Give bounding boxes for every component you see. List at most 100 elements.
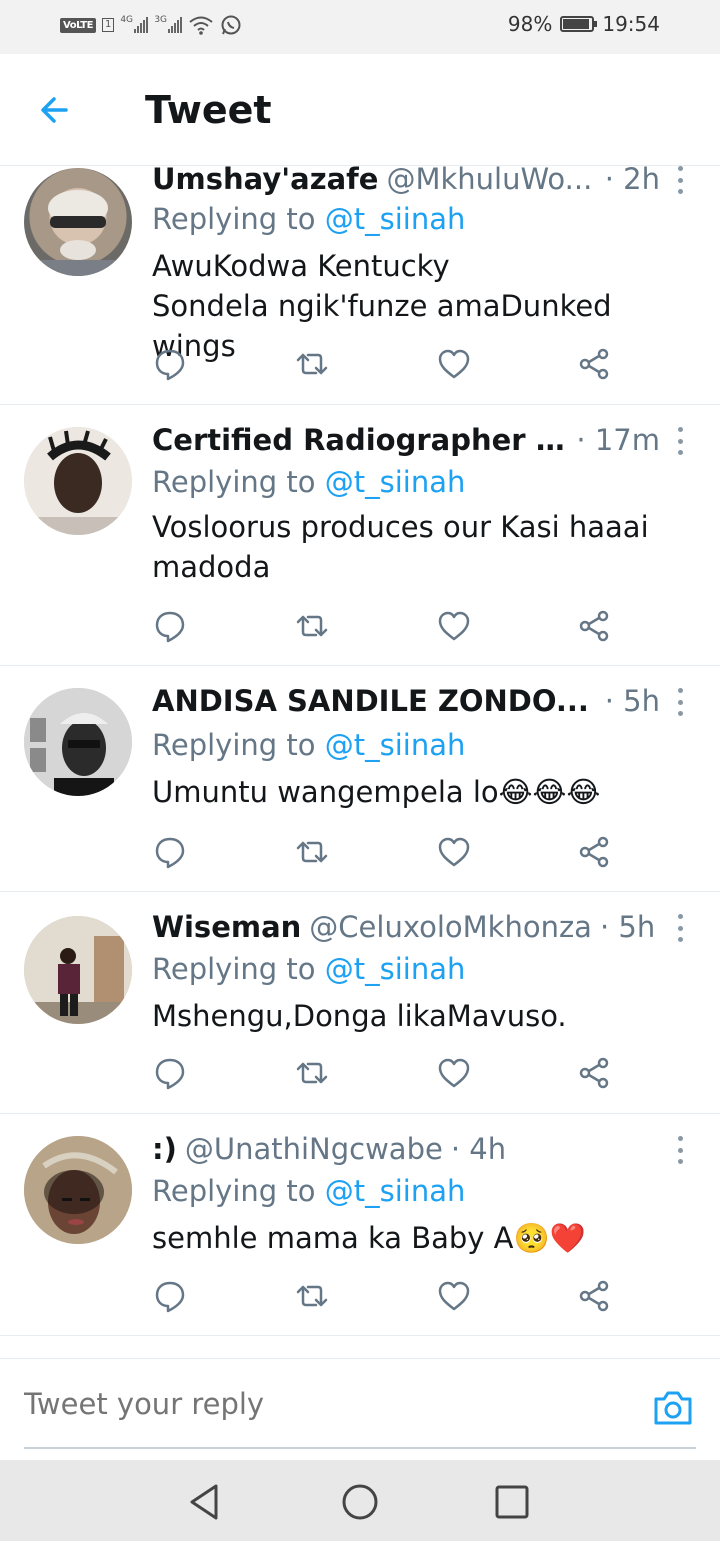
tweet-text: Umuntu wangempela lo😂😂😂 (152, 772, 690, 812)
status-bar: VoLTE 1 4G 3G 98% 19:54 (0, 0, 720, 54)
avatar[interactable] (24, 688, 132, 796)
tweet-text: Vosloorus produces our Kasi haaai madoda (152, 507, 690, 587)
network-type-label: 4G (120, 15, 134, 25)
share-icon[interactable] (576, 346, 612, 382)
tweet-meta: Certified Radiographer ... · 17m (152, 423, 660, 457)
heart-icon[interactable] (436, 346, 472, 382)
replying-to: Replying to @t_siinah (152, 465, 465, 499)
nav-back-icon[interactable] (186, 1482, 226, 1522)
tweet-time: · 5h (599, 910, 656, 944)
more-options-icon[interactable] (674, 914, 686, 942)
reply-icon[interactable] (152, 1278, 188, 1314)
more-options-icon[interactable] (674, 427, 686, 455)
retweet-icon[interactable] (294, 1055, 330, 1091)
replying-to-handle[interactable]: @t_siinah (325, 952, 466, 986)
reply-input[interactable] (24, 1387, 564, 1421)
tweet-text-line: madoda (152, 550, 271, 584)
replying-to-handle[interactable]: @t_siinah (325, 465, 466, 499)
tweet-text-line: Vosloorus produces our Kasi haaai (152, 510, 649, 544)
camera-icon[interactable] (652, 1389, 694, 1427)
tweet-text-line: Mshengu,Donga likaMavuso. (152, 999, 567, 1033)
tweet-actions (152, 1278, 622, 1314)
replying-to-label: Replying to (152, 465, 316, 499)
display-name[interactable]: ANDISA SANDILE ZONDO... (152, 684, 589, 718)
replying-to-label: Replying to (152, 728, 316, 762)
retweet-icon[interactable] (294, 608, 330, 644)
reply-icon[interactable] (152, 834, 188, 870)
retweet-icon[interactable] (294, 346, 330, 382)
volte-indicator: VoLTE (60, 17, 96, 33)
user-handle[interactable]: @UnathiNgcwabe (185, 1132, 443, 1166)
tweet[interactable]: ANDISA SANDILE ZONDO... · 5h Replying to… (0, 666, 720, 892)
share-icon[interactable] (576, 1055, 612, 1091)
network-type-label-2: 3G (154, 15, 168, 25)
share-icon[interactable] (576, 834, 612, 870)
more-options-icon[interactable] (674, 688, 686, 716)
retweet-icon[interactable] (294, 1278, 330, 1314)
tweet-time: · 17m (576, 423, 660, 457)
replying-to-label: Replying to (152, 1174, 316, 1208)
tweet-text: Mshengu,Donga likaMavuso. (152, 996, 690, 1036)
battery-percent: 98% (507, 12, 553, 36)
nav-home-icon[interactable] (340, 1482, 380, 1522)
battery-icon (560, 16, 598, 32)
display-name[interactable]: Certified Radiographer ... (152, 423, 566, 457)
retweet-icon[interactable] (294, 834, 330, 870)
tweet[interactable]: Certified Radiographer ... · 17m Replyin… (0, 405, 720, 666)
avatar[interactable] (24, 168, 132, 276)
replying-to-handle[interactable]: @t_siinah (325, 728, 466, 762)
tweet-actions (152, 346, 622, 382)
status-bar-right: 98% 19:54 (508, 12, 660, 36)
reply-icon[interactable] (152, 608, 188, 644)
tweet-meta: Wiseman @CeluxoloMkhonza · 5h (152, 910, 660, 944)
replying-to-handle[interactable]: @t_siinah (325, 202, 466, 236)
user-handle[interactable]: @MkhuluWo... (386, 162, 592, 196)
tweet-time: · 5h (604, 684, 660, 718)
tweet[interactable]: Umshay'azafe @MkhuluWo... · 2h Replying … (0, 162, 720, 405)
tweet-text-line: semhle mama ka Baby A🥺❤️ (152, 1221, 586, 1255)
tweet-meta: ANDISA SANDILE ZONDO... · 5h (152, 684, 660, 718)
reply-icon[interactable] (152, 346, 188, 382)
tweet[interactable]: :) @UnathiNgcwabe · 4h Replying to @t_si… (0, 1114, 720, 1336)
avatar[interactable] (24, 1136, 132, 1244)
tweet[interactable]: Wiseman @CeluxoloMkhonza · 5h Replying t… (0, 892, 720, 1114)
display-name[interactable]: :) (152, 1132, 177, 1166)
replying-to-label: Replying to (152, 952, 316, 986)
replying-to: Replying to @t_siinah (152, 952, 465, 986)
tweet-actions (152, 834, 622, 870)
nav-recents-icon[interactable] (492, 1482, 532, 1522)
more-options-icon[interactable] (674, 166, 686, 194)
heart-icon[interactable] (436, 1278, 472, 1314)
status-bar-left: VoLTE 1 4G 3G (60, 14, 242, 36)
reply-icon[interactable] (152, 1055, 188, 1091)
wifi-icon (189, 16, 213, 35)
avatar[interactable] (24, 916, 132, 1024)
system-nav-bar (0, 1460, 720, 1541)
replying-to: Replying to @t_siinah (152, 728, 465, 762)
heart-icon[interactable] (436, 834, 472, 870)
tweet-time: · 2h (604, 162, 660, 196)
tweet-text-line: AwuKodwa Kentucky (152, 249, 450, 283)
tweet-text-line: Umuntu wangempela lo😂😂😂 (152, 775, 601, 809)
tweet-time: · 4h (450, 1132, 507, 1166)
back-arrow-icon[interactable] (36, 90, 76, 130)
avatar[interactable] (24, 427, 132, 535)
replying-to-label: Replying to (152, 202, 316, 236)
sim-indicator: 1 (101, 18, 115, 32)
user-handle[interactable]: @CeluxoloMkhonza (309, 910, 592, 944)
replying-to-handle[interactable]: @t_siinah (325, 1174, 466, 1208)
heart-icon[interactable] (436, 1055, 472, 1091)
heart-icon[interactable] (436, 608, 472, 644)
whatsapp-icon (221, 15, 241, 35)
replying-to: Replying to @t_siinah (152, 1174, 465, 1208)
tweet-meta: Umshay'azafe @MkhuluWo... · 2h (152, 162, 660, 196)
display-name[interactable]: Umshay'azafe (152, 162, 378, 196)
display-name[interactable]: Wiseman (152, 910, 301, 944)
tweet-text: semhle mama ka Baby A🥺❤️ (152, 1218, 690, 1258)
reply-bar (0, 1358, 720, 1460)
more-options-icon[interactable] (674, 1136, 686, 1164)
share-icon[interactable] (576, 1278, 612, 1314)
reply-underline (24, 1447, 696, 1449)
tweet-actions (152, 608, 622, 644)
share-icon[interactable] (576, 608, 612, 644)
